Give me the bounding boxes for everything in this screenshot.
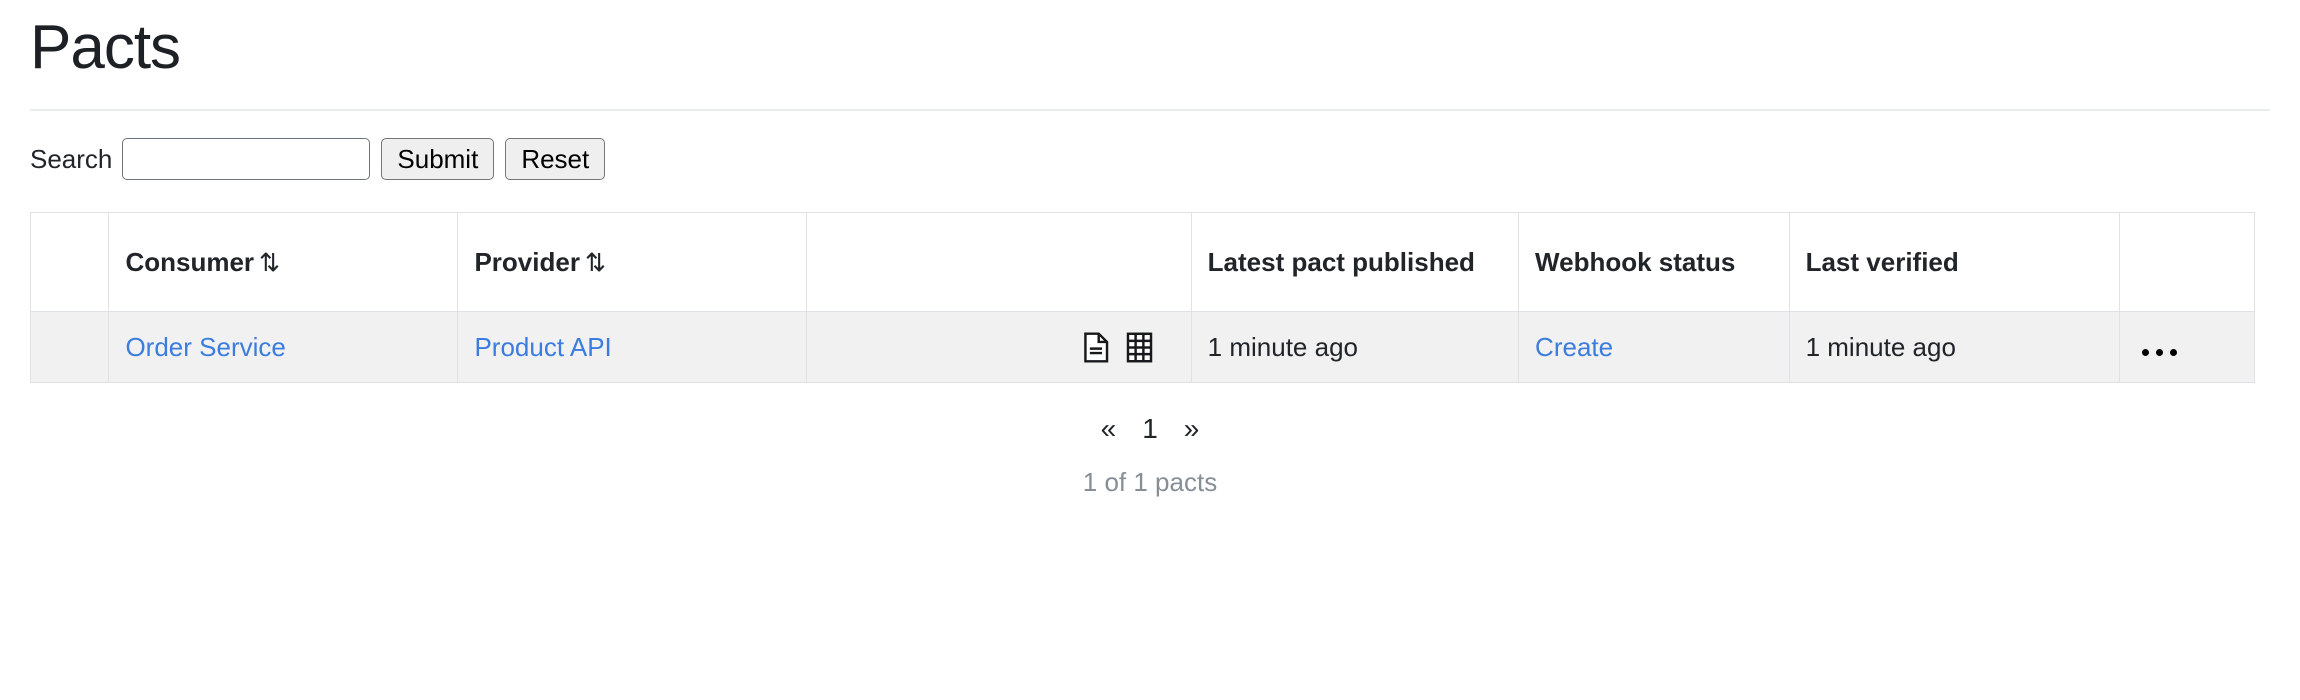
document-icon[interactable] (1083, 332, 1110, 363)
column-header-spacer (29, 212, 110, 313)
pagination-last-button[interactable]: » (1184, 413, 1200, 445)
grid-icon[interactable] (1126, 332, 1153, 363)
provider-link[interactable]: Product API (474, 332, 611, 362)
cell-last-verified: 1 minute ago (1788, 311, 2120, 384)
pagination: « 1 » (30, 413, 2270, 445)
result-count: 1 of 1 pacts (1082, 467, 1218, 498)
submit-button[interactable]: Submit (381, 138, 495, 181)
cell-consumer: Order Service (108, 311, 459, 384)
title-divider (30, 109, 2270, 112)
column-header-provider-label: Provider (474, 246, 580, 277)
pagination-current-page[interactable]: 1 (1142, 413, 1158, 445)
column-header-provider[interactable]: Provider ⇅ (457, 212, 808, 313)
reset-button[interactable]: Reset (505, 138, 606, 181)
cell-actions (2118, 311, 2256, 384)
table-body: Order Service Product API 1 minute ago C… (29, 311, 2256, 384)
table-header-row: Consumer ⇅ Provider ⇅ Latest pact publishe… (29, 212, 2256, 313)
webhook-create-link[interactable]: Create (1535, 332, 1613, 362)
pacts-page: Pacts Search Submit Reset Consumer ⇅ Pro… (0, 0, 2300, 498)
pacts-table-container: Consumer ⇅ Provider ⇅ Latest pact publishe… (29, 212, 2270, 384)
cell-webhook-status: Create (1518, 311, 1790, 384)
sort-toggle-icon[interactable]: ⇅ (585, 249, 606, 277)
pact-icon-group (823, 332, 1174, 363)
page-title: Pacts (30, 13, 181, 82)
search-input[interactable] (122, 138, 371, 181)
consumer-link[interactable]: Order Service (125, 332, 285, 362)
column-header-icons (806, 212, 1192, 313)
search-form: Search Submit Reset (30, 138, 2270, 181)
search-label: Search (30, 143, 113, 174)
cell-spacer (29, 311, 110, 384)
table-row: Order Service Product API 1 minute ago C… (29, 311, 2256, 384)
cell-provider: Product API (457, 311, 808, 384)
column-header-latest-pact-published: Latest pact published (1190, 212, 1520, 313)
sort-toggle-icon[interactable]: ⇅ (259, 249, 280, 277)
ellipsis-icon[interactable] (2136, 348, 2177, 356)
column-header-last-verified: Last verified (1788, 212, 2120, 313)
pagination-first-button[interactable]: « (1101, 413, 1117, 445)
cell-pact-icons (806, 311, 1192, 384)
pacts-table: Consumer ⇅ Provider ⇅ Latest pact publishe… (29, 212, 2256, 384)
table-head: Consumer ⇅ Provider ⇅ Latest pact publishe… (29, 212, 2256, 313)
cell-latest-pact-published: 1 minute ago (1190, 311, 1520, 384)
column-header-actions (2118, 212, 2256, 313)
column-header-webhook-status: Webhook status (1518, 212, 1790, 313)
column-header-consumer-label: Consumer (125, 246, 255, 277)
column-header-consumer[interactable]: Consumer ⇅ (108, 212, 459, 313)
